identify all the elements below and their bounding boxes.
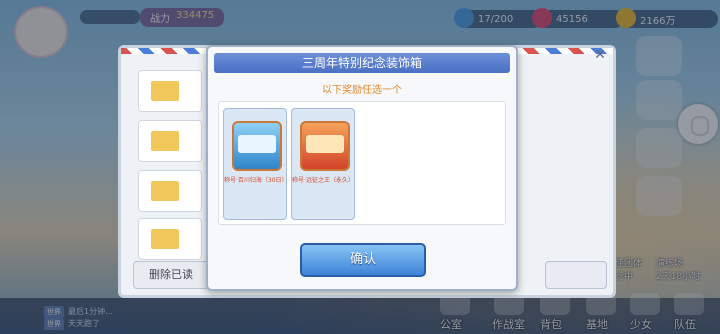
mail-item[interactable]: 虚 [138,218,223,260]
mail-item[interactable]: 官 [138,120,223,162]
envelope-icon [151,181,179,201]
mail-action-button[interactable] [545,261,607,289]
dialog-title: 三周年特别纪念装饰箱 [214,53,510,73]
confirm-button[interactable]: 确认 [300,243,426,277]
reward-name: 称号·百川归海（30日） [224,177,288,184]
close-icon[interactable]: ✕ [593,48,607,62]
reward-name: 称号·远征之王（永久） [292,177,354,184]
envelope-icon [151,229,179,249]
mail-item[interactable] [138,170,202,212]
dialog-subtitle: 以下奖励任选一个 [322,85,402,96]
reward-select-dialog: 三周年特别纪念装饰箱 以下奖励任选一个 称号·百川归海（30日） 称号·远征之王… [206,45,518,291]
envelope-icon [151,81,179,101]
delete-read-button[interactable]: 删除已读 [133,261,209,289]
title-badge-icon [232,121,282,171]
reward-list: 称号·百川归海（30日） 称号·远征之王（永久） [218,101,506,225]
reward-card[interactable]: 称号·远征之王（永久） [291,108,355,220]
mail-item[interactable]: 基 [138,70,223,112]
reward-card[interactable]: 称号·百川归海（30日） [223,108,288,220]
title-badge-icon [300,121,350,171]
envelope-icon [151,131,179,151]
